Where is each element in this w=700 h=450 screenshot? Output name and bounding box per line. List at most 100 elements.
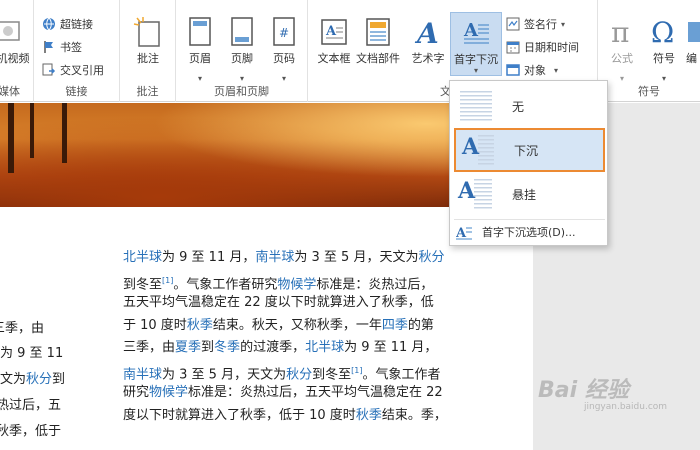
- svg-text:A: A: [325, 24, 337, 39]
- group-header-footer: 页眉 ▾ 页脚 ▾ # 页码 ▾ 页眉和页脚: [176, 0, 308, 102]
- svg-text:A: A: [463, 20, 479, 41]
- left-col-line-1[interactable]: 三季，由: [0, 318, 44, 341]
- signature-line-button[interactable]: 签名行 ▾: [506, 14, 565, 34]
- dropcap-option-none-label: 无: [512, 99, 525, 114]
- dropcap-dropdown-menu: 无 A 下沉 A 悬挂 A 首字下沉选项(D)...: [449, 80, 608, 246]
- footer-button[interactable]: 页脚 ▾: [220, 12, 264, 83]
- date-time-button[interactable]: 日期和时间: [506, 37, 579, 57]
- bookmark-label: 书签: [60, 41, 82, 54]
- header-dropdown-arrow[interactable]: ▾: [198, 74, 202, 83]
- group-header-footer-label: 页眉和页脚: [214, 85, 269, 98]
- dropcap-none-icon: [458, 88, 494, 124]
- svg-text:A: A: [456, 226, 467, 240]
- page-number-icon: #: [269, 16, 299, 48]
- footer-label: 页脚: [231, 52, 253, 65]
- left-col-line-5[interactable]: 秋季，低于: [0, 421, 61, 444]
- dropcap-options-label: 首字下沉选项(D)...: [482, 225, 576, 239]
- object-label: 对象: [524, 64, 546, 77]
- bookmark-button[interactable]: 书签: [42, 37, 82, 57]
- dropcap-option-drop[interactable]: A 下沉: [454, 128, 605, 172]
- hyperlink-label: 超链接: [60, 18, 93, 31]
- object-button[interactable]: 对象 ▾: [506, 60, 558, 80]
- left-col-line-3[interactable]: 文为秋分到: [0, 369, 65, 392]
- group-media-label: 媒体: [0, 85, 20, 98]
- signature-line-label: 签名行: [524, 18, 557, 31]
- svg-text:Ω: Ω: [651, 16, 674, 48]
- dropcap-options-item[interactable]: A 首字下沉选项(D)...: [454, 219, 605, 243]
- left-col-line-2[interactable]: 为 9 至 11: [0, 343, 63, 366]
- dropcap-button[interactable]: A 首字下沉 ▾: [450, 12, 502, 76]
- quick-parts-button[interactable]: 文档部件: [356, 12, 400, 70]
- dropcap-option-none[interactable]: 无: [454, 84, 605, 128]
- doc-line-1[interactable]: 北半球为 9 至 11 月，南半球为 3 至 5 月，天文为秋分: [123, 247, 444, 270]
- video-icon: [0, 16, 23, 48]
- equation-button[interactable]: π 公式 ▾: [600, 12, 644, 83]
- group-symbols-label: 符号: [638, 85, 660, 98]
- svg-text:#: #: [279, 26, 289, 40]
- header-icon: [185, 16, 215, 48]
- signature-dropdown-arrow[interactable]: ▾: [561, 20, 565, 29]
- object-dropdown-arrow[interactable]: ▾: [554, 66, 558, 75]
- watermark-logo: Bai 经验: [538, 378, 629, 403]
- bookmark-icon: [42, 40, 56, 54]
- cross-reference-label: 交叉引用: [60, 64, 104, 77]
- watermark-url: jingyan.baidu.com: [584, 402, 668, 412]
- symbol-button[interactable]: Ω 符号 ▾: [642, 12, 686, 83]
- dropcap-drop-icon: A: [460, 132, 496, 168]
- textbox-icon: A: [319, 16, 349, 48]
- calendar-icon: [506, 40, 520, 54]
- quick-parts-label: 文档部件: [356, 52, 400, 65]
- page-number-dropdown-arrow[interactable]: ▾: [282, 74, 286, 83]
- dropcap-option-margin[interactable]: A 悬挂: [454, 172, 605, 216]
- symbol-dropdown-arrow[interactable]: ▾: [662, 74, 666, 83]
- doc-line-8[interactable]: 度以下时就算进入了秋季，低于 10 度时秋季结束。季，: [123, 405, 447, 428]
- quick-parts-icon: [363, 16, 393, 48]
- doc-line-3[interactable]: 五天平均气温稳定在 22 度以下时就算进入了秋季，低: [123, 292, 434, 315]
- page-number-button[interactable]: # 页码 ▾: [262, 12, 306, 83]
- doc-line-5[interactable]: 三季，由夏季到冬季的过渡季，北半球为 9 至 11 月，: [123, 337, 437, 360]
- online-video-label: 机视频: [0, 52, 30, 65]
- omega-icon: Ω: [649, 16, 679, 49]
- dropcap-dropdown-arrow[interactable]: ▾: [451, 67, 501, 75]
- textbox-label: 文本框: [317, 52, 351, 65]
- group-links: 超链接 书签 交叉引用 链接: [34, 0, 120, 102]
- left-col-line-4[interactable]: 热过后，五: [0, 395, 61, 418]
- wordart-icon: A: [413, 16, 443, 50]
- comment-label: 批注: [137, 52, 159, 65]
- page-number-label: 页码: [273, 52, 295, 65]
- hyperlink-icon: [42, 17, 56, 31]
- header-button[interactable]: 页眉 ▾: [178, 12, 222, 83]
- cross-reference-icon: [42, 63, 56, 77]
- dropcap-label: 首字下沉: [454, 53, 498, 66]
- symbol-label: 符号: [653, 52, 675, 65]
- equation-dropdown-arrow[interactable]: ▾: [620, 74, 624, 83]
- dropcap-option-drop-label: 下沉: [514, 143, 539, 158]
- numbering-label: 编: [686, 52, 697, 65]
- object-icon: [506, 63, 520, 77]
- group-media: 机视频 媒体: [0, 0, 34, 102]
- dropcap-icon: A: [461, 17, 491, 49]
- date-time-label: 日期和时间: [524, 41, 579, 54]
- dropcap-options-icon: A: [455, 224, 472, 241]
- doc-line-4[interactable]: 于 10 度时秋季结束。秋天，又称秋季，一年四季的第: [123, 315, 434, 338]
- dropcap-option-margin-label: 悬挂: [512, 187, 537, 202]
- pi-icon: π: [607, 16, 637, 49]
- numbering-icon: [686, 16, 700, 48]
- online-video-button[interactable]: 机视频: [0, 12, 30, 70]
- group-symbols: π 公式 ▾ Ω 符号 ▾ 编 符号: [598, 0, 700, 102]
- cross-reference-button[interactable]: 交叉引用: [42, 60, 104, 80]
- hyperlink-button[interactable]: 超链接: [42, 14, 93, 34]
- signature-icon: [506, 17, 520, 31]
- comment-icon: [133, 16, 163, 48]
- header-label: 页眉: [189, 52, 211, 65]
- comment-button[interactable]: 批注: [126, 12, 170, 70]
- numbering-button-partial[interactable]: 编: [686, 12, 700, 70]
- wordart-button[interactable]: A 艺术字: [406, 12, 450, 70]
- textbox-button[interactable]: A 文本框: [312, 12, 356, 70]
- group-comments: 批注 批注: [120, 0, 176, 102]
- footer-icon: [227, 16, 257, 48]
- doc-line-7[interactable]: 研究物候学标准是：炎热过后，五天平均气温稳定在 22: [123, 382, 443, 405]
- footer-dropdown-arrow[interactable]: ▾: [240, 74, 244, 83]
- svg-text:π: π: [611, 16, 629, 48]
- group-comments-label: 批注: [136, 85, 159, 98]
